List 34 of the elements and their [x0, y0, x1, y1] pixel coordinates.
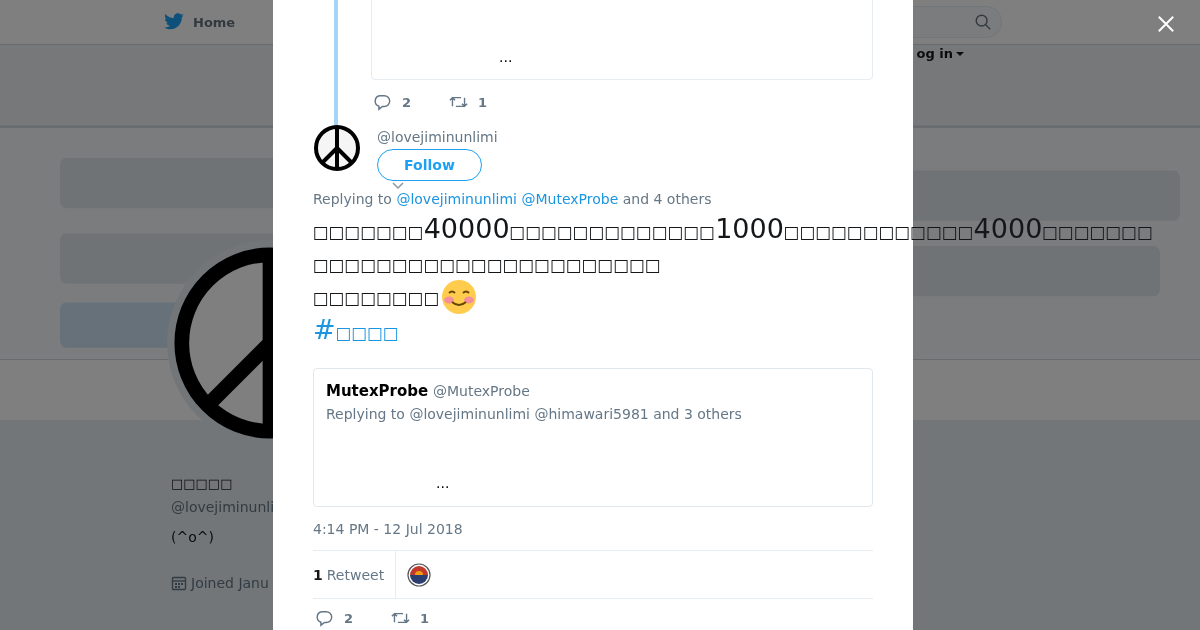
- replying-to-text: Replying to @lovejiminunlimi @himawari5981 and 3 others: [326, 405, 743, 423]
- profile-bio: (^o^): [171, 529, 215, 545]
- chevron-down-icon[interactable]: [392, 182, 404, 190]
- calendar-icon: [171, 575, 187, 591]
- blushing-smiley-icon: [440, 278, 477, 315]
- reply-icon[interactable]: [373, 93, 392, 111]
- author-handle: @lovejiminunlimi: [377, 128, 498, 146]
- user-avatar-icon[interactable]: [407, 562, 432, 587]
- replying-to-text: Replying to @lovejiminunlimi @MutexProbe and 4 others: [313, 190, 713, 209]
- tweet-text-line: □□□□□□□□: [313, 287, 440, 310]
- reply-count: 2: [402, 94, 412, 110]
- mention-link[interactable]: @lovejiminunlimi: [396, 191, 517, 207]
- tweet-text-line: □□□□□□□□□□□□□□□□□□□□□□: [313, 254, 661, 277]
- tweet-timestamp: 4:14 PM - 12 Jul 2018: [313, 520, 464, 539]
- search-icon: [974, 13, 992, 31]
- joined-date: Joined Janu: [191, 575, 269, 591]
- mention-link[interactable]: @MutexProbe: [521, 191, 619, 207]
- profile-handle: @lovejiminunli: [171, 498, 275, 517]
- home-link[interactable]: Home: [163, 13, 236, 31]
- ellipsis: ...: [435, 475, 451, 491]
- reply-icon[interactable]: [315, 609, 334, 627]
- reply-count: 2: [344, 610, 354, 626]
- peace-sign-avatar[interactable]: [313, 124, 361, 172]
- ellipsis: ...: [498, 49, 514, 65]
- profile-name: □□□□□: [171, 475, 234, 493]
- close-icon[interactable]: [1157, 15, 1175, 33]
- retweet-count: 1: [420, 610, 430, 626]
- author-name: MutexProbe: [326, 382, 429, 400]
- retweet-stat-link[interactable]: 1 Retweet: [313, 551, 397, 598]
- bird-icon: [163, 13, 185, 31]
- follow-button[interactable]: Follow: [377, 149, 482, 181]
- retweet-count: 1: [478, 94, 488, 110]
- author-handle: @MutexProbe: [433, 383, 530, 399]
- hashtag-link[interactable]: #□□□□: [313, 313, 399, 350]
